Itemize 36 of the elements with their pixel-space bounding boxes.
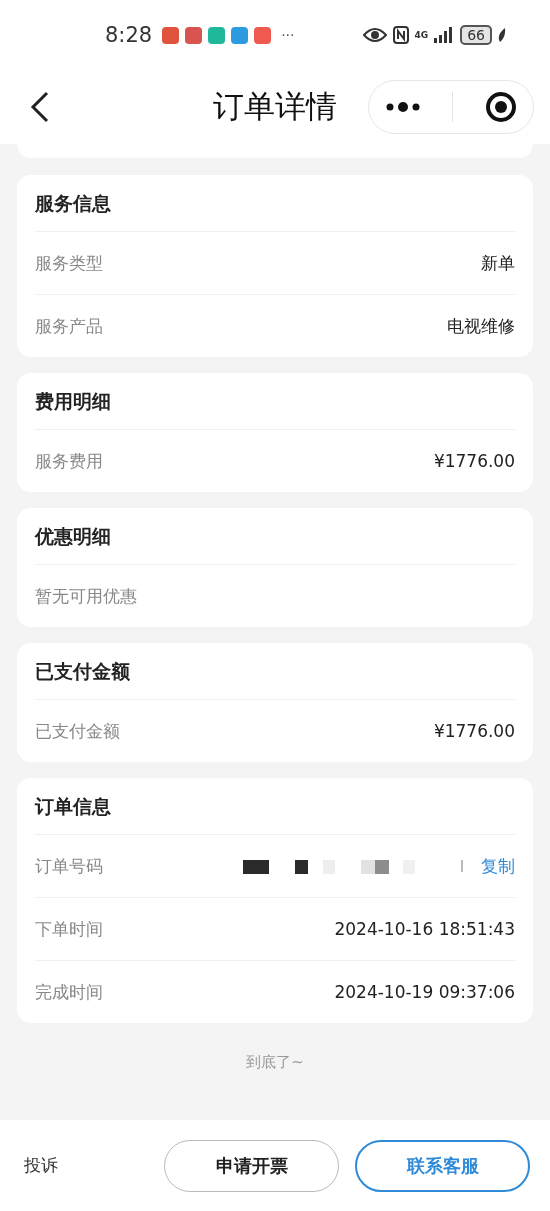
close-icon[interactable] [485, 91, 518, 123]
row-label: 暂无可用优惠 [35, 584, 137, 608]
contact-button[interactable]: 联系客服 [355, 1139, 530, 1192]
row-value: ¥1776.00 [433, 721, 515, 741]
copy-link[interactable]: 复制 [481, 854, 515, 878]
network-label: 4G [414, 30, 429, 40]
eye-icon [362, 27, 387, 43]
page-title: 订单详情 [213, 87, 337, 126]
row-label: 下单时间 [35, 917, 103, 941]
section-title: 优惠明细 [35, 508, 515, 565]
back-icon[interactable] [30, 91, 50, 123]
signal-icon [434, 27, 455, 43]
section-title: 服务信息 [35, 175, 515, 232]
end-note: 到底了~ [245, 1053, 305, 1072]
nfc-icon [392, 26, 409, 44]
row-label: 服务费用 [35, 449, 103, 473]
row-value: 2024-10-16 18:51:43 [334, 919, 515, 939]
row-value: 电视维修 [447, 314, 515, 338]
section-title: 费用明细 [35, 373, 515, 430]
row-value: 新单 [481, 251, 515, 275]
row-value: ¥1776.00 [433, 451, 515, 471]
row-value: 2024-10-19 09:37:06 [334, 982, 515, 1002]
row-label: 服务产品 [35, 314, 103, 338]
more-icon[interactable] [384, 101, 421, 113]
section-title: 订单信息 [35, 778, 515, 835]
section-title: 已支付金额 [35, 643, 515, 700]
invoice-button[interactable]: 申请开票 [164, 1139, 339, 1192]
row-label: 完成时间 [35, 980, 103, 1004]
more-notifications: ··· [281, 27, 295, 43]
status-time: 8:28 [105, 23, 153, 47]
battery-level: 66 [460, 25, 492, 45]
row-label: 订单号码 [35, 854, 103, 878]
complaint-link[interactable]: 投诉 [24, 1154, 164, 1177]
row-label: 服务类型 [35, 251, 103, 275]
row-label: 已支付金额 [35, 719, 120, 743]
leaf-icon [498, 27, 506, 43]
